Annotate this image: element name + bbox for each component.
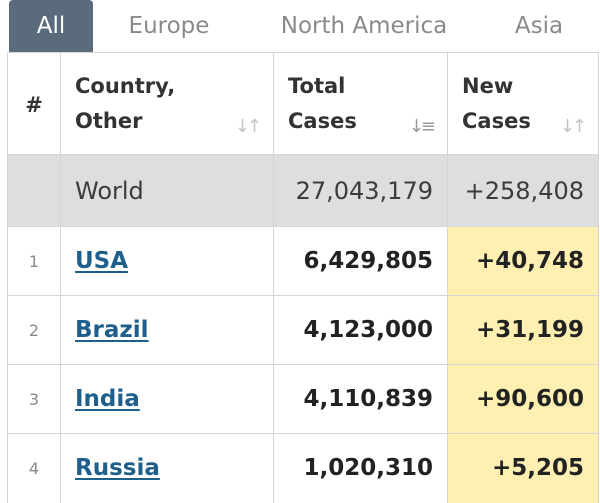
world-new-cases: +258,408 bbox=[447, 154, 599, 227]
tab-all[interactable]: All bbox=[9, 0, 93, 52]
row-rank: 3 bbox=[7, 364, 61, 434]
world-label: World bbox=[60, 154, 274, 227]
country-link-russia[interactable]: Russia bbox=[75, 455, 160, 481]
rank-column-header: # bbox=[7, 52, 61, 155]
new-cases-cell: +5,205 bbox=[447, 433, 599, 503]
table-row: 2 Brazil 4,123,000 +31,199 bbox=[7, 295, 599, 365]
country-link-usa[interactable]: USA bbox=[75, 248, 128, 274]
country-link-india[interactable]: India bbox=[75, 386, 140, 412]
new-cases-cell: +31,199 bbox=[447, 295, 599, 365]
country-header-line1: Country, bbox=[75, 73, 176, 98]
sort-icon[interactable]: ↓↑ bbox=[235, 109, 262, 144]
total-cases-cell: 1,020,310 bbox=[273, 433, 448, 503]
table-row: 3 India 4,110,839 +90,600 bbox=[7, 364, 599, 434]
world-total-cases: 27,043,179 bbox=[273, 154, 448, 227]
table-row: 4 Russia 1,020,310 +5,205 bbox=[7, 433, 599, 503]
world-rank-cell bbox=[7, 154, 61, 227]
country-column-header[interactable]: Country, Other ↓↑ bbox=[60, 52, 274, 155]
world-row: World 27,043,179 +258,408 bbox=[7, 154, 599, 227]
total-header-line1: Total bbox=[288, 73, 346, 98]
total-cases-cell: 4,110,839 bbox=[273, 364, 448, 434]
new-cases-cell: +90,600 bbox=[447, 364, 599, 434]
row-rank: 1 bbox=[7, 226, 61, 296]
tab-north-america[interactable]: North America bbox=[262, 0, 466, 52]
total-cases-cell: 6,429,805 bbox=[273, 226, 448, 296]
table-header-row: # Country, Other ↓↑ Total Cases ↓≡ New C… bbox=[7, 52, 599, 155]
total-cases-cell: 4,123,000 bbox=[273, 295, 448, 365]
country-link-brazil[interactable]: Brazil bbox=[75, 317, 149, 343]
row-rank: 4 bbox=[7, 433, 61, 503]
sort-icon[interactable]: ↓↑ bbox=[560, 109, 587, 144]
new-header-line1: New bbox=[462, 73, 514, 98]
total-cases-column-header[interactable]: Total Cases ↓≡ bbox=[273, 52, 448, 155]
new-cases-cell: +40,748 bbox=[447, 226, 599, 296]
new-cases-column-header[interactable]: New Cases ↓↑ bbox=[447, 52, 599, 155]
region-tabs: All Europe North America Asia bbox=[0, 0, 600, 52]
row-rank: 2 bbox=[7, 295, 61, 365]
tab-asia[interactable]: Asia bbox=[500, 0, 578, 52]
table-row: 1 USA 6,429,805 +40,748 bbox=[7, 226, 599, 296]
cases-table: # Country, Other ↓↑ Total Cases ↓≡ New C… bbox=[7, 52, 599, 503]
tab-europe[interactable]: Europe bbox=[110, 0, 228, 52]
rank-header-label: # bbox=[25, 93, 43, 117]
sort-descending-icon[interactable]: ↓≡ bbox=[409, 109, 436, 144]
